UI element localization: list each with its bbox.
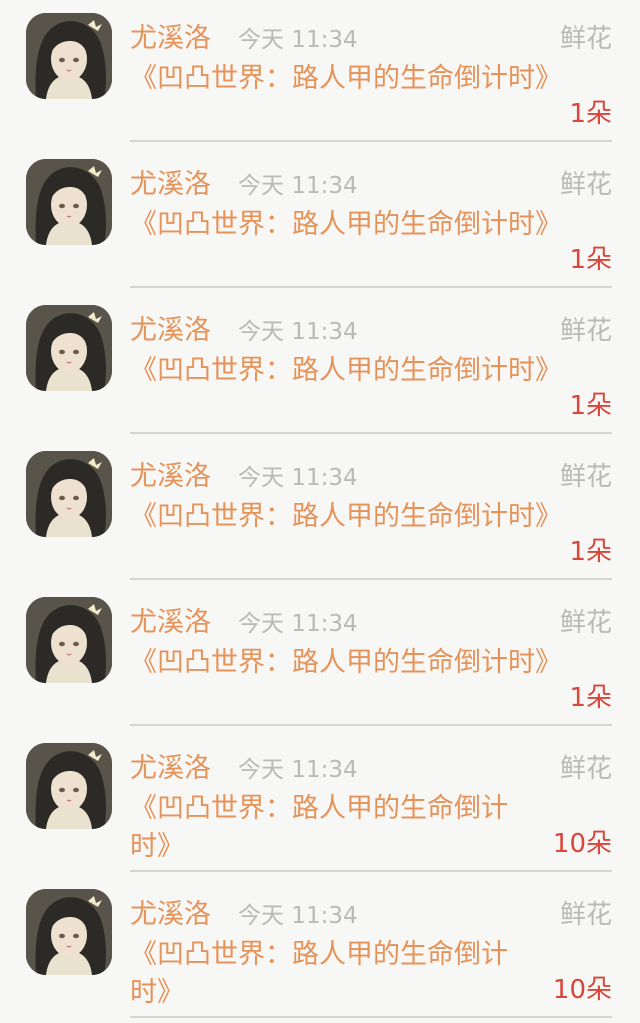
sender-name[interactable]: 尤溪洛 xyxy=(130,460,211,494)
timestamp: 今天 11:34 xyxy=(238,173,358,199)
sender-name[interactable]: 尤溪洛 xyxy=(130,168,211,202)
timestamp: 今天 11:34 xyxy=(238,465,358,491)
gift-type-label: 鲜花 xyxy=(559,900,612,930)
divider xyxy=(130,432,612,434)
book-title-link[interactable]: 《凹凸世界：路人甲的生命倒计时》 xyxy=(130,498,562,536)
avatar-image xyxy=(26,889,112,975)
avatar[interactable] xyxy=(26,13,112,99)
avatar[interactable] xyxy=(26,451,112,537)
divider xyxy=(130,724,612,726)
list-item[interactable]: 尤溪洛 今天 11:34 鲜花 《凹凸世界：路人甲的生命倒计时》 1朵 xyxy=(0,438,640,584)
sender-name[interactable]: 尤溪洛 xyxy=(130,898,211,932)
gift-count: 10朵 xyxy=(552,829,612,859)
divider xyxy=(130,1016,612,1018)
gift-type-label: 鲜花 xyxy=(559,24,612,54)
list-item[interactable]: 尤溪洛 今天 11:34 鲜花 《凹凸世界：路人甲的生命倒计时》 1朵 xyxy=(0,584,640,730)
avatar-image xyxy=(26,743,112,829)
timestamp: 今天 11:34 xyxy=(238,27,358,53)
book-title-link[interactable]: 《凹凸世界：路人甲的生命倒计时》 xyxy=(130,60,562,98)
sender-name[interactable]: 尤溪洛 xyxy=(130,606,211,640)
timestamp: 今天 11:34 xyxy=(238,903,358,929)
sender-name[interactable]: 尤溪洛 xyxy=(130,22,211,56)
gift-count: 1朵 xyxy=(569,99,612,129)
gift-count: 1朵 xyxy=(569,245,612,275)
gift-record-list: 尤溪洛 今天 11:34 鲜花 《凹凸世界：路人甲的生命倒计时》 1朵 尤溪洛 … xyxy=(0,0,640,1023)
gift-type-label: 鲜花 xyxy=(559,608,612,638)
list-item[interactable]: 尤溪洛 今天 11:34 鲜花 《凹凸世界：路人甲的生命倒计时》 1朵 xyxy=(0,0,640,146)
book-title-link[interactable]: 《凹凸世界：路人甲的生命倒计时》 xyxy=(130,936,528,1012)
gift-type-label: 鲜花 xyxy=(559,170,612,200)
avatar-image xyxy=(26,159,112,245)
list-item[interactable]: 尤溪洛 今天 11:34 鲜花 《凹凸世界：路人甲的生命倒计时》 1朵 xyxy=(0,292,640,438)
gift-count: 1朵 xyxy=(569,537,612,567)
gift-count: 10朵 xyxy=(552,975,612,1005)
book-title-link[interactable]: 《凹凸世界：路人甲的生命倒计时》 xyxy=(130,644,562,682)
sender-name[interactable]: 尤溪洛 xyxy=(130,314,211,348)
gift-count: 1朵 xyxy=(569,683,612,713)
avatar[interactable] xyxy=(26,159,112,245)
avatar-image xyxy=(26,597,112,683)
avatar[interactable] xyxy=(26,889,112,975)
timestamp: 今天 11:34 xyxy=(238,611,358,637)
avatar[interactable] xyxy=(26,597,112,683)
list-item[interactable]: 尤溪洛 今天 11:34 鲜花 《凹凸世界：路人甲的生命倒计时》 1朵 xyxy=(0,146,640,292)
gift-type-label: 鲜花 xyxy=(559,754,612,784)
timestamp: 今天 11:34 xyxy=(238,319,358,345)
book-title-link[interactable]: 《凹凸世界：路人甲的生命倒计时》 xyxy=(130,352,562,390)
timestamp: 今天 11:34 xyxy=(238,757,358,783)
divider xyxy=(130,578,612,580)
list-item[interactable]: 尤溪洛 今天 11:34 鲜花 《凹凸世界：路人甲的生命倒计时》 10朵 xyxy=(0,876,640,1022)
avatar-image xyxy=(26,13,112,99)
divider xyxy=(130,140,612,142)
book-title-link[interactable]: 《凹凸世界：路人甲的生命倒计时》 xyxy=(130,206,562,244)
sender-name[interactable]: 尤溪洛 xyxy=(130,752,211,786)
avatar-image xyxy=(26,451,112,537)
divider xyxy=(130,286,612,288)
avatar[interactable] xyxy=(26,305,112,391)
gift-type-label: 鲜花 xyxy=(559,316,612,346)
gift-count: 1朵 xyxy=(569,391,612,421)
list-item[interactable]: 尤溪洛 今天 11:34 鲜花 《凹凸世界：路人甲的生命倒计时》 10朵 xyxy=(0,730,640,876)
divider xyxy=(130,870,612,872)
gift-type-label: 鲜花 xyxy=(559,462,612,492)
book-title-link[interactable]: 《凹凸世界：路人甲的生命倒计时》 xyxy=(130,790,528,866)
avatar[interactable] xyxy=(26,743,112,829)
avatar-image xyxy=(26,305,112,391)
